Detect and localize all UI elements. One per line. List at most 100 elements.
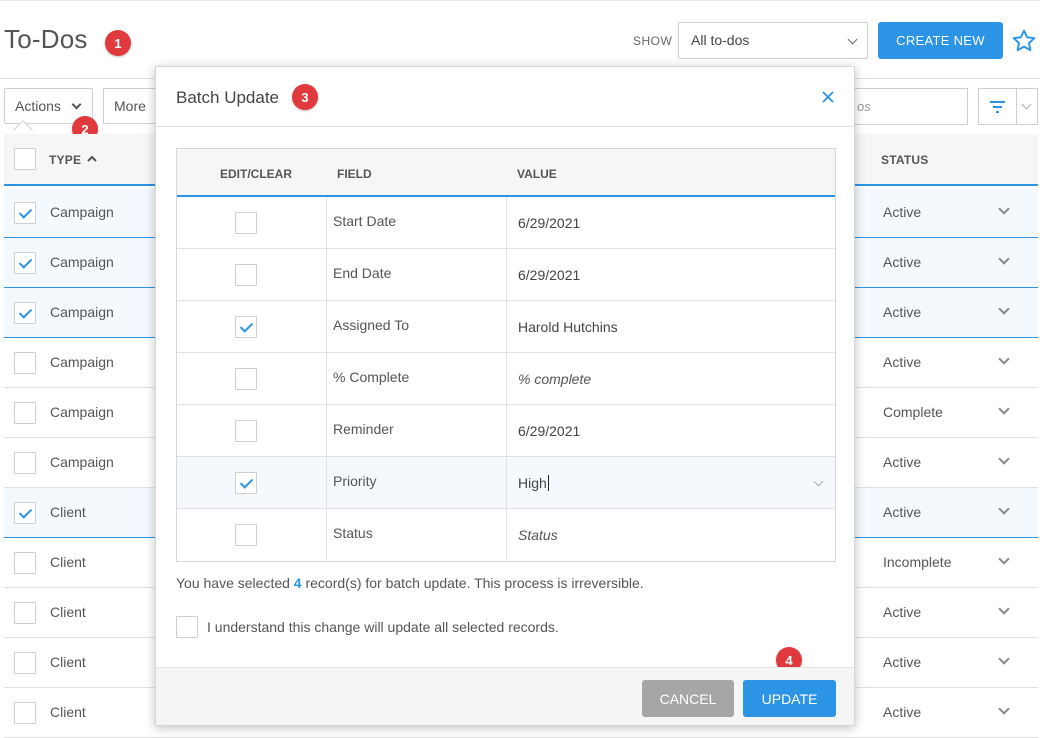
column-divider [326, 353, 327, 404]
more-label: More [114, 98, 146, 114]
edit-clear-checkbox[interactable] [235, 212, 257, 234]
batch-field-row: Start Date 6/29/2021 [177, 197, 835, 249]
field-value-input[interactable]: 6/29/2021 [518, 215, 580, 231]
column-divider [506, 249, 507, 300]
filter-button[interactable] [978, 88, 1038, 125]
batch-notice: You have selected 4 record(s) for batch … [176, 575, 644, 591]
chevron-down-icon[interactable] [998, 203, 1010, 215]
cell-status: Active [883, 454, 922, 470]
row-checkbox[interactable] [14, 702, 36, 724]
chevron-down-icon[interactable] [998, 503, 1010, 515]
cell-type: Campaign [50, 254, 114, 270]
edit-clear-checkbox[interactable] [235, 472, 257, 494]
field-label: End Date [333, 265, 392, 281]
column-divider [506, 197, 507, 248]
field-value-text: 6/29/2021 [518, 267, 581, 283]
column-header-status[interactable]: STATUS [881, 153, 928, 167]
sort-ascending-icon[interactable] [86, 154, 98, 164]
batch-update-dialog: Batch Update 3 EDIT/CLEAR FIELD VALUE St… [155, 66, 855, 726]
field-value-input[interactable]: Harold Hutchins [518, 319, 618, 335]
field-value-input[interactable]: 6/29/2021 [518, 423, 580, 439]
field-label: Reminder [333, 421, 394, 437]
top-divider [0, 0, 1040, 3]
more-dropdown[interactable]: More [103, 88, 163, 124]
cancel-button[interactable]: CANCEL [642, 680, 734, 717]
field-value-input[interactable]: 6/29/2021 [518, 267, 580, 283]
row-checkbox[interactable] [14, 602, 36, 624]
field-value-text: 6/29/2021 [518, 215, 581, 231]
chevron-down-icon[interactable] [998, 253, 1010, 265]
row-checkbox[interactable] [14, 502, 36, 524]
column-divider [326, 405, 327, 456]
cell-type: Campaign [50, 304, 114, 320]
actions-label: Actions [15, 98, 61, 114]
cell-type: Campaign [50, 204, 114, 220]
field-value-text: High [518, 475, 547, 491]
cell-status: Active [883, 604, 922, 620]
cell-status: Active [883, 204, 922, 220]
chevron-down-icon[interactable] [998, 553, 1010, 565]
chevron-down-icon[interactable] [1021, 99, 1032, 110]
field-label: Priority [333, 473, 377, 489]
field-value-input[interactable]: Status [518, 527, 558, 543]
cell-type: Client [50, 704, 86, 720]
cell-status: Active [883, 254, 922, 270]
chevron-down-icon[interactable] [998, 353, 1010, 365]
row-checkbox[interactable] [14, 352, 36, 374]
chevron-down-icon[interactable] [813, 476, 824, 487]
edit-clear-checkbox[interactable] [235, 368, 257, 390]
cell-type: Campaign [50, 454, 114, 470]
column-header-type[interactable]: TYPE [49, 153, 81, 167]
row-checkbox[interactable] [14, 302, 36, 324]
field-value-input[interactable]: High [518, 475, 549, 491]
chevron-down-icon[interactable] [998, 403, 1010, 415]
dialog-title: Batch Update [176, 88, 280, 107]
cell-type: Client [50, 554, 86, 570]
field-label: % Complete [333, 369, 410, 385]
chevron-down-icon[interactable] [998, 453, 1010, 465]
close-icon[interactable] [821, 90, 835, 104]
row-checkbox[interactable] [14, 552, 36, 574]
row-checkbox[interactable] [14, 252, 36, 274]
cell-status: Active [883, 704, 922, 720]
create-new-button[interactable]: CREATE NEW [878, 22, 1003, 59]
row-checkbox[interactable] [14, 452, 36, 474]
update-button[interactable]: UPDATE [743, 680, 836, 717]
row-checkbox[interactable] [14, 652, 36, 674]
chevron-down-icon[interactable] [998, 303, 1010, 315]
edit-clear-checkbox[interactable] [235, 316, 257, 338]
field-value-text: Harold Hutchins [518, 319, 618, 335]
edit-clear-checkbox[interactable] [235, 264, 257, 286]
batch-field-row: Assigned To Harold Hutchins [177, 301, 835, 353]
notice-suffix: record(s) for batch update. This process… [301, 575, 644, 591]
chevron-down-icon[interactable] [998, 703, 1010, 715]
chevron-down-icon [71, 99, 82, 110]
row-checkbox[interactable] [14, 202, 36, 224]
show-filter-select[interactable]: All to-dos [678, 22, 868, 59]
filter-icon [990, 101, 1005, 113]
star-icon[interactable] [1011, 28, 1037, 54]
column-divider [506, 353, 507, 404]
cell-status: Active [883, 354, 922, 370]
selected-count: 4 [293, 575, 302, 591]
acknowledge-label[interactable]: I understand this change will update all… [207, 619, 559, 635]
chevron-down-icon[interactable] [998, 603, 1010, 615]
edit-clear-checkbox[interactable] [235, 524, 257, 546]
show-filter-value: All to-dos [691, 32, 750, 48]
column-divider [506, 457, 507, 508]
filter-separator [1016, 89, 1017, 124]
chevron-down-icon[interactable] [998, 653, 1010, 665]
column-divider [506, 509, 507, 560]
search-input[interactable]: os [840, 88, 968, 125]
batch-field-row: % Complete % complete [177, 353, 835, 405]
cell-type: Client [50, 504, 86, 520]
select-all-checkbox[interactable] [14, 148, 36, 170]
field-value-input[interactable]: % complete [518, 371, 591, 387]
batch-table-header: EDIT/CLEAR FIELD VALUE [177, 149, 835, 197]
column-divider [326, 301, 327, 352]
column-header-edit-clear: EDIT/CLEAR [220, 167, 292, 181]
acknowledge-checkbox[interactable] [176, 616, 198, 638]
row-checkbox[interactable] [14, 402, 36, 424]
batch-update-table: EDIT/CLEAR FIELD VALUE Start Date 6/29/20… [176, 148, 836, 562]
edit-clear-checkbox[interactable] [235, 420, 257, 442]
